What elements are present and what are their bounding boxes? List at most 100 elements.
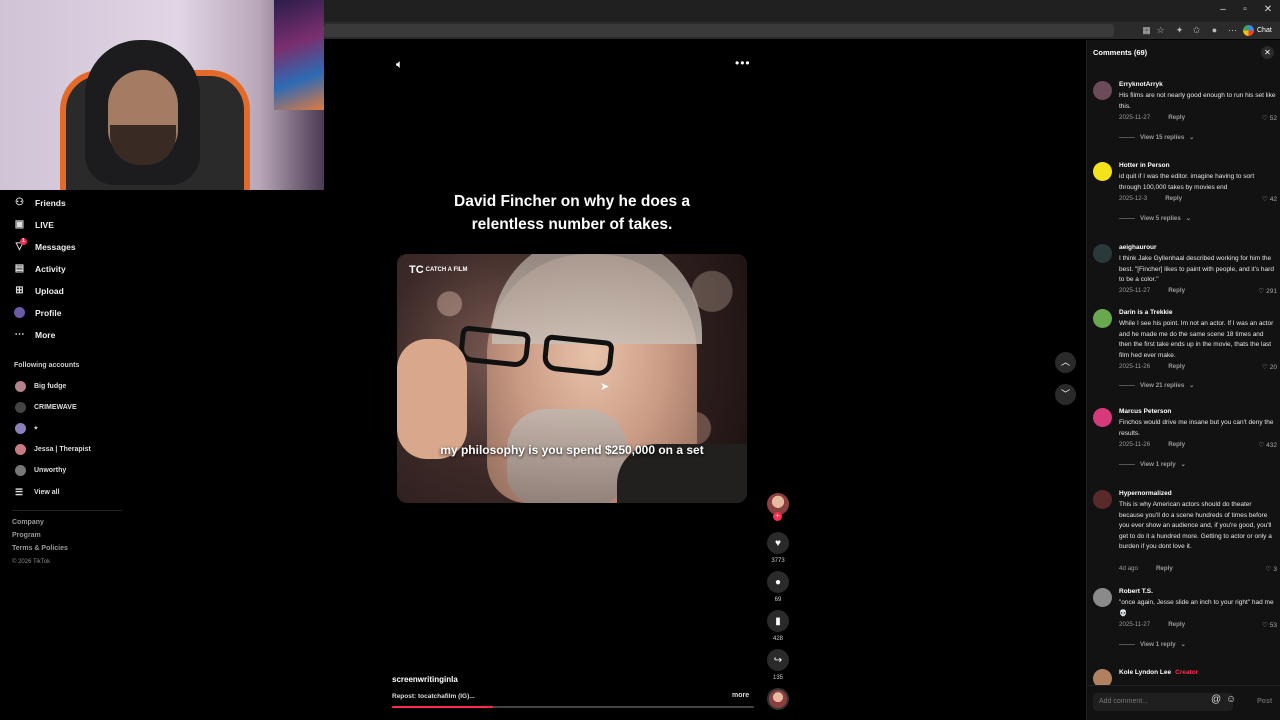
comment-date: 2025-11-27 [1119, 287, 1151, 294]
profile-avatar-icon[interactable]: ● [1209, 25, 1220, 36]
nav-upload[interactable]: ⊞ Upload [14, 285, 64, 296]
footer-link-company[interactable]: Company [12, 519, 44, 526]
reply-button[interactable]: Reply [1168, 363, 1185, 370]
comment-text: This is why American actors should do th… [1119, 501, 1272, 550]
nav-messages[interactable]: ▽ 1 Messages [14, 238, 76, 252]
comment-like-button[interactable]: ♡ 3 [1266, 565, 1277, 574]
comment-like-button[interactable]: ♡ 53 [1262, 621, 1277, 630]
save-button[interactable]: ▮ [767, 610, 789, 632]
chat-button[interactable]: Chat [1243, 23, 1272, 37]
avatar[interactable] [1093, 408, 1112, 427]
favorites-icon[interactable]: ✩ [1191, 25, 1202, 36]
video-progress-bar[interactable] [392, 706, 754, 708]
comment-like-button[interactable]: ♡ 52 [1262, 114, 1277, 123]
activity-icon: ▤ [14, 263, 25, 274]
comment-button[interactable]: ● [767, 571, 789, 593]
comment-count: 69 [774, 597, 782, 603]
person-fist [397, 339, 467, 459]
reply-button[interactable]: Reply [1168, 621, 1185, 628]
nav-label: Activity [35, 263, 66, 274]
account-name: Big fudge [34, 383, 67, 390]
nav-activity[interactable]: ▤ Activity [14, 263, 66, 274]
mouse-cursor-icon: ➤ [600, 381, 610, 393]
comment-author[interactable]: Robert T.S. [1119, 588, 1153, 595]
comment-text: id quit if I was the editor. imagine hav… [1119, 173, 1255, 191]
reply-button[interactable]: Reply [1168, 287, 1185, 294]
reply-button[interactable]: Reply [1168, 114, 1185, 121]
comment-author[interactable]: Hotter in Person [1119, 162, 1170, 169]
avatar[interactable] [1093, 309, 1112, 328]
nav-friends[interactable]: ⚇ Friends [14, 197, 66, 208]
following-account[interactable]: Jessa | Therapist [15, 444, 91, 455]
nav-more[interactable]: ⋯ More [14, 329, 56, 340]
comment-author[interactable]: Marcus Peterson [1119, 408, 1171, 415]
following-account[interactable]: ⭑ [15, 423, 38, 434]
comment-like-button[interactable]: ♡ 432 [1258, 441, 1277, 450]
mention-at-icon[interactable]: @ [1211, 694, 1221, 705]
view-replies-button[interactable]: View 21 replies ⌄ [1119, 382, 1194, 389]
more-options-icon[interactable]: ••• [735, 56, 751, 70]
view-replies-button[interactable]: View 1 reply ⌄ [1119, 641, 1186, 648]
previous-video-button[interactable]: ︿ [1055, 352, 1076, 373]
comment-author[interactable]: Kole Lyndon Lee Creator [1119, 669, 1198, 676]
comment-date: 2025-11-26 [1119, 441, 1151, 448]
caption-more-link[interactable]: more [732, 692, 749, 699]
account-name: Unworthy [34, 467, 67, 474]
follow-plus-icon[interactable]: + [773, 512, 782, 521]
emoji-icon[interactable]: ☺ [1226, 694, 1236, 705]
share-button[interactable]: ↪ [767, 649, 789, 671]
bookmark-star-icon[interactable]: ☆ [1155, 25, 1166, 36]
comment-author[interactable]: Hypernormalized [1119, 490, 1172, 497]
comment-like-count: 432 [1266, 441, 1277, 449]
avatar[interactable] [1093, 244, 1112, 263]
music-disc-avatar[interactable] [767, 688, 789, 710]
following-account[interactable]: CRIMEWAVE [15, 402, 77, 413]
messages-icon: ▽ 1 [14, 238, 27, 252]
comment-like-button[interactable]: ♡ 291 [1258, 287, 1277, 296]
comment-author[interactable]: ErryknotArryk [1119, 81, 1163, 88]
footer-link-program[interactable]: Program [12, 532, 41, 539]
following-account[interactable]: Unworthy [15, 465, 66, 476]
reply-button[interactable]: Reply [1165, 195, 1182, 202]
close-window-button[interactable]: ✕ [1261, 4, 1275, 15]
like-button[interactable]: ♥ [767, 532, 789, 554]
nav-live[interactable]: ▣ LIVE [14, 219, 54, 230]
footer-link-terms[interactable]: Terms & Policies [12, 545, 68, 552]
comment-composer: Add comment... @ ☺ Post [1087, 685, 1280, 720]
avatar[interactable] [1093, 669, 1112, 685]
comment-author[interactable]: aeighaurour [1119, 244, 1157, 251]
copyright: © 2026 TikTok [12, 559, 51, 565]
avatar[interactable] [1093, 81, 1112, 100]
reply-button[interactable]: Reply [1168, 441, 1185, 448]
video-username[interactable]: screenwritinginla [392, 675, 458, 684]
reply-button[interactable]: Reply [1156, 565, 1173, 572]
volume-icon[interactable]: 🔈︎ [396, 57, 403, 72]
comment-item: Kole Lyndon Lee Creator [1093, 669, 1277, 685]
view-replies-button[interactable]: View 15 replies ⌄ [1119, 134, 1194, 141]
view-all-link[interactable]: ☰ View all [15, 487, 60, 498]
heart-outline-icon: ♡ [1261, 364, 1268, 371]
view-replies-button[interactable]: View 5 replies ⌄ [1119, 215, 1191, 222]
avatar[interactable] [1093, 490, 1112, 509]
close-comments-button[interactable]: ✕ [1261, 46, 1274, 59]
address-bar[interactable] [324, 24, 1114, 37]
next-video-button[interactable]: ﹀ [1055, 384, 1076, 405]
maximize-button[interactable]: ▫ [1238, 4, 1252, 15]
comment-like-button[interactable]: ♡ 20 [1261, 363, 1277, 372]
view-replies-button[interactable]: View 1 reply ⌄ [1119, 461, 1186, 468]
minimize-button[interactable]: – [1216, 4, 1230, 15]
menu-icon[interactable]: ⋯ [1227, 25, 1238, 36]
apps-icon[interactable]: ▦ [1141, 25, 1152, 36]
comment-like-count: 52 [1269, 114, 1277, 122]
comment-author[interactable]: Darin is a Trekkie [1119, 309, 1172, 316]
video-frame[interactable]: TC CATCH A FILM my philosophy is you spe… [397, 254, 747, 503]
avatar [15, 444, 26, 455]
comment-like-button[interactable]: ♡ 42 [1262, 195, 1277, 204]
avatar[interactable] [1093, 162, 1112, 181]
avatar[interactable] [1093, 588, 1112, 607]
nav-profile[interactable]: Profile [14, 307, 61, 318]
view-replies-label: View 1 reply [1140, 641, 1176, 648]
extension-icon[interactable]: ✦ [1174, 25, 1185, 36]
post-button[interactable]: Post [1257, 698, 1272, 705]
following-account[interactable]: Big fudge [15, 381, 66, 392]
